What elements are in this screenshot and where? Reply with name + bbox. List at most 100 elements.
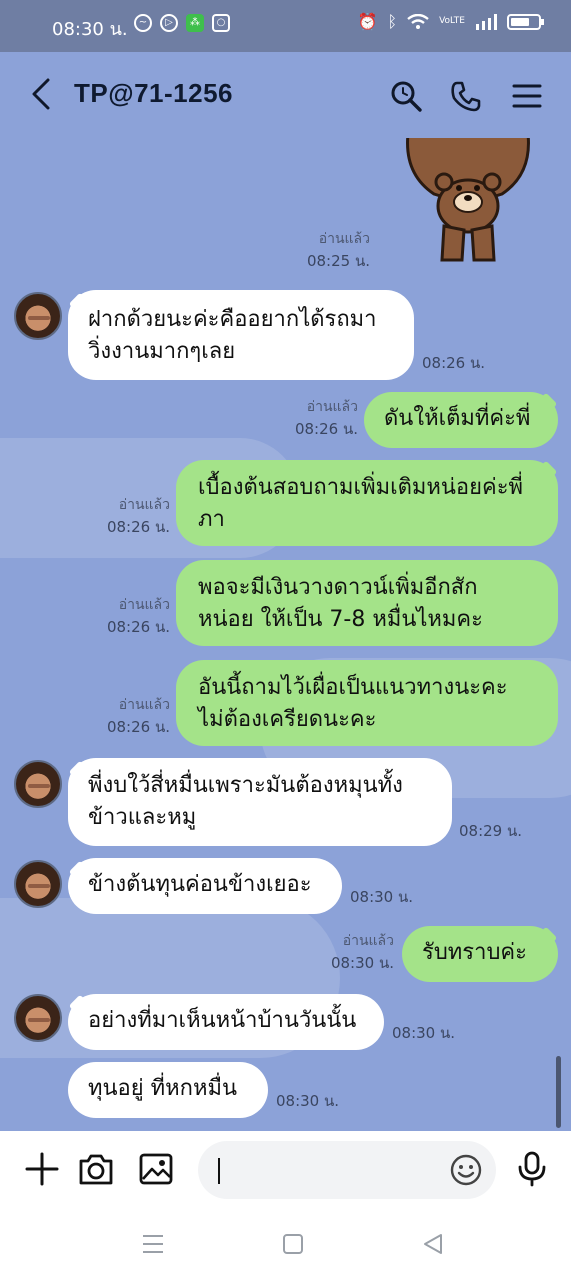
read-receipt: อ่านแล้ว <box>118 697 170 713</box>
battery-icon <box>507 13 544 30</box>
message-time: 08:26 น. <box>106 518 170 536</box>
message-line: ดันให้เต็มที่ค่ะพี่ <box>384 406 531 431</box>
message-line: พอจะมีเงินวางดาวน์เพิ่มอีกสัก <box>198 575 478 600</box>
incoming-message[interactable]: พี่งบใว้สี่หมื่นเพราะมันต้องหมุนทั้ง ข้า… <box>68 758 452 846</box>
back-button[interactable] <box>24 74 58 114</box>
read-receipt: อ่านแล้ว <box>118 597 170 613</box>
home-button[interactable] <box>280 1231 306 1257</box>
message-time: 08:30 น. <box>392 1024 456 1042</box>
menu-icon <box>512 84 542 108</box>
search-button[interactable] <box>386 76 426 116</box>
menu-button[interactable] <box>507 76 547 116</box>
message-time: 08:26 น. <box>422 354 486 372</box>
message-meta: อ่านแล้ว 08:26 น. <box>96 494 170 538</box>
message-meta: อ่านแล้ว 08:26 น. <box>284 396 358 440</box>
message-line: ทุนอยู่ ที่หกหมื่น <box>88 1076 238 1101</box>
phone-icon <box>451 81 481 112</box>
menu-lines-icon <box>143 1235 163 1253</box>
message-meta: อ่านแล้ว 08:26 น. <box>96 594 170 638</box>
incoming-message[interactable]: ทุนอยู่ ที่หกหมื่น <box>68 1062 268 1118</box>
contact-avatar[interactable] <box>14 760 62 808</box>
message-input[interactable] <box>198 1141 496 1199</box>
message-meta: อ่านแล้ว 08:26 น. <box>96 694 170 738</box>
status-time: 08:30 น. <box>52 19 128 40</box>
home-square-icon <box>283 1234 303 1254</box>
back-triangle-icon <box>424 1234 442 1254</box>
bluetooth-icon: ᛒ <box>387 12 398 31</box>
message-line: พี่งบใว้สี่หมื่นเพราะมันต้องหมุนทั้ง <box>88 773 403 798</box>
message-time: 08:26 น. <box>106 618 170 636</box>
message-meta: อ่านแล้ว 08:25 น. <box>296 228 370 272</box>
instagram-icon: ○ <box>212 14 230 32</box>
message-meta: 08:30 น. <box>392 1022 455 1044</box>
play-icon: ▷ <box>160 14 178 32</box>
outgoing-message[interactable]: รับทราบค่ะ <box>402 926 558 982</box>
outgoing-message[interactable]: ดันให้เต็มที่ค่ะพี่ <box>364 392 558 448</box>
mic-icon <box>518 1151 546 1187</box>
chat-area[interactable]: อ่านแล้ว 08:25 น. ฝากด้วยนะค่ะคืออยากได้… <box>0 138 571 1131</box>
system-nav-bar <box>0 1209 571 1280</box>
camera-icon <box>79 1154 113 1185</box>
outgoing-message[interactable]: พอจะมีเงินวางดาวน์เพิ่มอีกสัก หน่อย ให้เ… <box>176 560 558 646</box>
outgoing-message[interactable]: อันนี้ถามไว้เผื่อเป็นแนวทางนะคะ ไม่ต้องเ… <box>176 660 558 746</box>
app-icon: ⁂ <box>186 14 204 32</box>
message-meta: 08:26 น. <box>422 352 485 374</box>
read-receipt: อ่านแล้ว <box>318 231 370 247</box>
incoming-message[interactable]: ฝากด้วยนะค่ะคืออยากได้รถมา วิ่งงานมากๆเล… <box>68 290 414 380</box>
read-receipt: อ่านแล้ว <box>306 399 358 415</box>
volte-icon: VoLTE <box>439 16 465 26</box>
system-indicators: ⏰ ᛒ VoLTE <box>357 12 544 31</box>
emoji-icon <box>450 1154 482 1186</box>
incoming-message[interactable]: อย่างที่มาเห็นหน้าบ้านวันนั้น <box>68 994 384 1050</box>
notification-icons: ~ ▷ ⁂ ○ <box>134 14 230 32</box>
message-line: อย่างที่มาเห็นหน้าบ้านวันนั้น <box>88 1008 357 1033</box>
message-time: 08:25 น. <box>306 252 370 270</box>
chat-title: TP@71-1256 <box>74 78 233 108</box>
message-line: ไม่ต้องเครียดนะคะ <box>198 707 377 732</box>
camera-button[interactable] <box>76 1149 116 1189</box>
contact-avatar[interactable] <box>14 292 62 340</box>
incoming-message[interactable]: ข้างต้นทุนค่อนข้างเยอะ <box>68 858 342 914</box>
emoji-button[interactable] <box>450 1154 482 1186</box>
message-line: ข้างต้นทุนค่อนข้างเยอะ <box>88 872 312 897</box>
message-line: รับทราบค่ะ <box>422 940 527 965</box>
message-meta: 08:30 น. <box>350 886 413 908</box>
message-input-bar <box>0 1131 571 1209</box>
image-button[interactable] <box>136 1149 176 1189</box>
bear-sticker[interactable] <box>404 138 532 266</box>
voice-button[interactable] <box>512 1149 552 1189</box>
call-button[interactable] <box>446 76 486 116</box>
scrollbar[interactable] <box>556 1056 561 1128</box>
message-meta: อ่านแล้ว 08:30 น. <box>320 930 394 974</box>
message-meta: 08:30 น. <box>276 1090 339 1112</box>
message-meta: 08:29 น. <box>459 820 522 842</box>
image-icon <box>139 1153 173 1185</box>
message-time: 08:29 น. <box>459 822 523 840</box>
message-line: ข้าวและหมู <box>88 805 197 830</box>
recent-apps-button[interactable] <box>140 1231 166 1257</box>
signal-icon <box>476 13 497 30</box>
back-arrow-icon <box>32 78 50 110</box>
read-receipt: อ่านแล้ว <box>342 933 394 949</box>
message-time: 08:30 น. <box>330 954 394 972</box>
message-line: ภา <box>198 507 225 532</box>
read-receipt: อ่านแล้ว <box>118 497 170 513</box>
messenger-icon: ~ <box>134 14 152 32</box>
chat-header: TP@71-1256 <box>0 52 571 138</box>
message-line: อันนี้ถามไว้เผื่อเป็นแนวทางนะคะ <box>198 675 508 700</box>
text-caret <box>218 1158 220 1184</box>
contact-avatar[interactable] <box>14 994 62 1042</box>
search-icon <box>391 81 422 112</box>
outgoing-message[interactable]: เบื้องต้นสอบถามเพิ่มเติมหน่อยค่ะพี่ ภา <box>176 460 558 546</box>
nav-back-button[interactable] <box>420 1231 446 1257</box>
wifi-icon <box>407 13 429 29</box>
plus-icon <box>25 1152 59 1186</box>
message-line: เบื้องต้นสอบถามเพิ่มเติมหน่อยค่ะพี่ <box>198 475 524 500</box>
add-button[interactable] <box>22 1149 62 1189</box>
message-line: วิ่งงานมากๆเลย <box>88 339 236 364</box>
status-bar: 08:30 น. ~ ▷ ⁂ ○ ⏰ ᛒ VoLTE <box>0 0 571 52</box>
message-line: ฝากด้วยนะค่ะคืออยากได้รถมา <box>88 307 377 332</box>
message-time: 08:30 น. <box>350 888 414 906</box>
contact-avatar[interactable] <box>14 860 62 908</box>
alarm-icon: ⏰ <box>357 12 378 31</box>
